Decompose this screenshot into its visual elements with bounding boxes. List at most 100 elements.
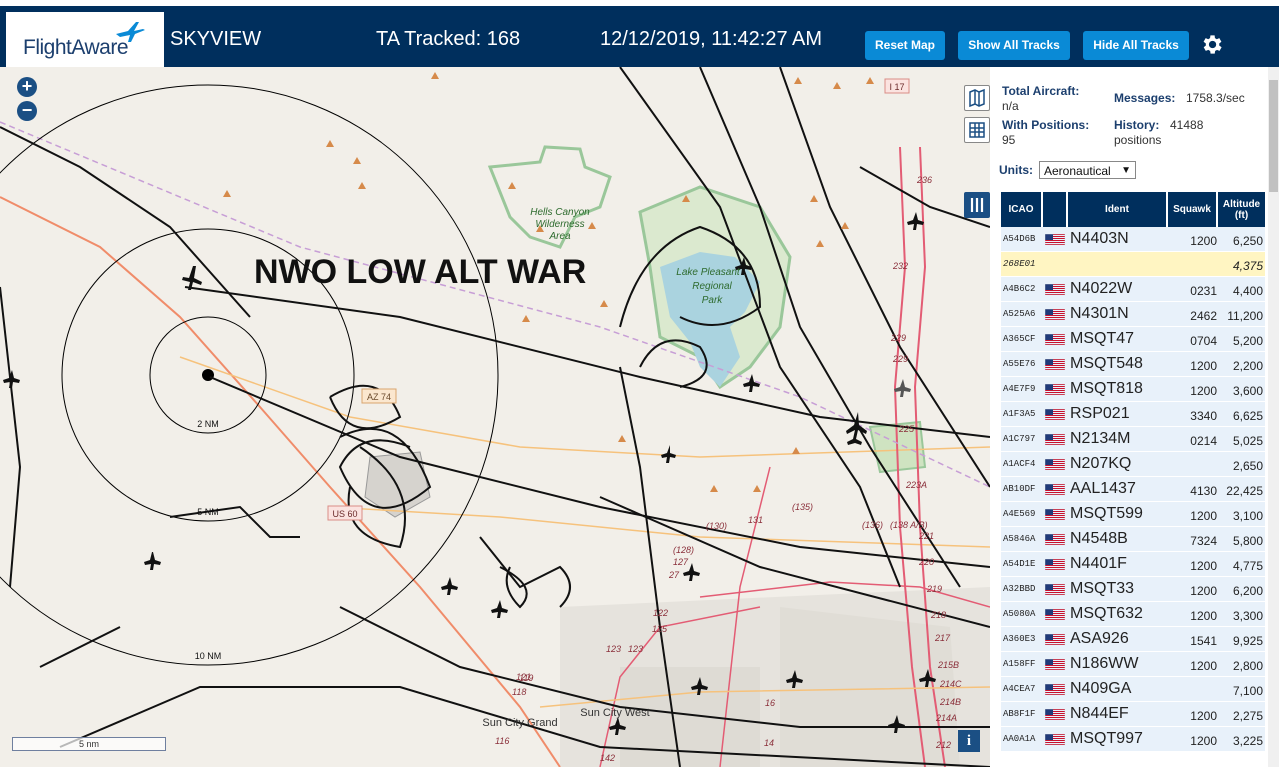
row-icao: A4E569: [1003, 509, 1036, 519]
table-row[interactable]: A1F3A5 RSP021 3340 6,625: [1001, 402, 1265, 427]
svg-text:219: 219: [926, 584, 942, 594]
show-all-tracks-button[interactable]: Show All Tracks: [958, 31, 1070, 60]
row-icao: AB8F1F: [1003, 709, 1036, 719]
aircraft-table: ICAO Ident Squawk Altitude (ft) A54D6B N4…: [1001, 192, 1265, 752]
total-aircraft-value: n/a: [1002, 99, 1019, 113]
grid-toggle-button[interactable]: [964, 117, 990, 143]
row-icao: A1C797: [1003, 434, 1036, 444]
table-row[interactable]: A360E3 ASA926 1541 9,925: [1001, 627, 1265, 652]
row-altitude: 2,800: [1232, 659, 1263, 673]
col-squawk[interactable]: Squawk: [1168, 192, 1218, 227]
table-row[interactable]: A525A6 N4301N 2462 11,200: [1001, 302, 1265, 327]
us-flag-icon: [1045, 359, 1065, 370]
row-altitude: 3,300: [1232, 609, 1263, 623]
table-row[interactable]: A4E569 MSQT599 1200 3,100: [1001, 502, 1265, 527]
units-select[interactable]: Aeronautical ▼: [1039, 161, 1136, 179]
row-squawk: 0231: [1190, 284, 1217, 298]
svg-text:116: 116: [495, 736, 509, 746]
scrollbar-thumb[interactable]: [1269, 80, 1278, 192]
row-ident: N4301N: [1070, 305, 1129, 322]
info-button[interactable]: i: [958, 730, 980, 752]
reset-map-button[interactable]: Reset Map: [865, 31, 945, 60]
row-ident: MSQT548: [1070, 355, 1143, 372]
row-altitude: 11,200: [1227, 309, 1263, 323]
table-row[interactable]: A4E7F9 MSQT818 1200 3,600: [1001, 377, 1265, 402]
col-altitude[interactable]: Altitude (ft): [1218, 192, 1265, 227]
table-row[interactable]: A5846A N4548B 7324 5,800: [1001, 527, 1265, 552]
table-row[interactable]: AB10DF AAL1437 4130 22,425: [1001, 477, 1265, 502]
svg-text:5 NM: 5 NM: [197, 507, 219, 517]
svg-text:Hells Canyon: Hells Canyon: [530, 207, 590, 218]
svg-text:229: 229: [892, 354, 908, 364]
table-row[interactable]: A54D1E N4401F 1200 4,775: [1001, 552, 1265, 577]
svg-text:236: 236: [916, 175, 932, 185]
table-row[interactable]: AA0A1A MSQT997 1200 3,225: [1001, 727, 1265, 752]
svg-text:142: 142: [600, 753, 615, 763]
table-row[interactable]: 268E01 4,375: [1001, 252, 1265, 277]
us-flag-icon: [1045, 434, 1065, 445]
row-icao: A158FF: [1003, 659, 1036, 669]
table-row[interactable]: A4CEA7 N409GA 7,100: [1001, 677, 1265, 702]
flightaware-logo[interactable]: FlightAware: [6, 12, 164, 67]
col-ident[interactable]: Ident: [1068, 192, 1168, 227]
us-flag-icon: [1045, 459, 1065, 470]
hide-all-tracks-button[interactable]: Hide All Tracks: [1083, 31, 1189, 60]
row-ident: MSQT599: [1070, 505, 1143, 522]
svg-text:Sun City Grand: Sun City Grand: [482, 717, 557, 729]
row-altitude: 4,775: [1232, 559, 1263, 573]
svg-text:(135): (135): [792, 502, 813, 512]
svg-text:Wilderness: Wilderness: [535, 219, 584, 230]
row-squawk: 1200: [1190, 709, 1217, 723]
svg-text:118: 118: [512, 687, 526, 697]
logo-text: FlightAware: [23, 36, 129, 59]
svg-text:I 17: I 17: [889, 82, 904, 92]
map-canvas[interactable]: NWO LOW ALT WAR Hells Canyon Wilderness …: [0, 67, 990, 767]
zoom-in-button[interactable]: +: [17, 77, 37, 97]
row-icao: A55E76: [1003, 359, 1036, 369]
svg-text:2 NM: 2 NM: [197, 419, 219, 429]
row-icao: A1ACF4: [1003, 459, 1036, 469]
row-ident: N2134M: [1070, 430, 1131, 447]
row-ident: MSQT33: [1070, 580, 1135, 597]
history-value: 41488: [1170, 118, 1204, 132]
row-altitude: 3,600: [1232, 384, 1263, 398]
row-squawk: 1200: [1190, 734, 1217, 748]
svg-text:212: 212: [935, 740, 951, 750]
aircraft-panel: Total Aircraft: n/a With Positions: 95 M…: [990, 67, 1279, 767]
table-row[interactable]: AB8F1F N844EF 1200 2,275: [1001, 702, 1265, 727]
table-row[interactable]: A4B6C2 N4022W 0231 4,400: [1001, 277, 1265, 302]
table-row[interactable]: A55E76 MSQT548 1200 2,200: [1001, 352, 1265, 377]
svg-text:AZ 74: AZ 74: [367, 392, 391, 402]
table-row[interactable]: A1ACF4 N207KQ 2,650: [1001, 452, 1265, 477]
row-squawk: 4130: [1190, 484, 1217, 498]
map-layers-button[interactable]: [964, 85, 990, 111]
row-icao: AB10DF: [1003, 484, 1036, 494]
row-squawk: 1200: [1190, 659, 1217, 673]
svg-text:225: 225: [898, 424, 915, 434]
table-row[interactable]: A32BBD MSQT33 1200 6,200: [1001, 577, 1265, 602]
svg-text:27: 27: [668, 570, 680, 580]
table-row[interactable]: A158FF N186WW 1200 2,800: [1001, 652, 1265, 677]
table-row[interactable]: A54D6B N4403N 1200 6,250: [1001, 227, 1265, 252]
row-altitude: 5,800: [1232, 534, 1263, 548]
row-icao: A32BBD: [1003, 584, 1036, 594]
table-row[interactable]: A1C797 N2134M 0214 5,025: [1001, 427, 1265, 452]
row-ident: N4403N: [1070, 230, 1129, 247]
row-icao: A54D1E: [1003, 559, 1036, 569]
row-ident: MSQT47: [1070, 330, 1135, 347]
us-flag-icon: [1045, 409, 1065, 420]
us-flag-icon: [1045, 334, 1065, 345]
table-row[interactable]: A5080A MSQT632 1200 3,300: [1001, 602, 1265, 627]
table-row[interactable]: A365CF MSQT47 0704 5,200: [1001, 327, 1265, 352]
us-flag-icon: [1045, 734, 1065, 745]
columns-toggle-button[interactable]: [964, 192, 990, 218]
us-flag-icon: [1045, 609, 1065, 620]
us-flag-icon: [1045, 509, 1065, 520]
col-icao[interactable]: ICAO: [1001, 192, 1043, 227]
zoom-out-button[interactable]: −: [17, 101, 37, 121]
row-icao: A54D6B: [1003, 234, 1036, 244]
map-view[interactable]: NWO LOW ALT WAR Hells Canyon Wilderness …: [0, 67, 990, 767]
row-icao: A4CEA7: [1003, 684, 1036, 694]
gear-icon[interactable]: [1199, 32, 1224, 57]
col-flag: [1043, 192, 1068, 227]
